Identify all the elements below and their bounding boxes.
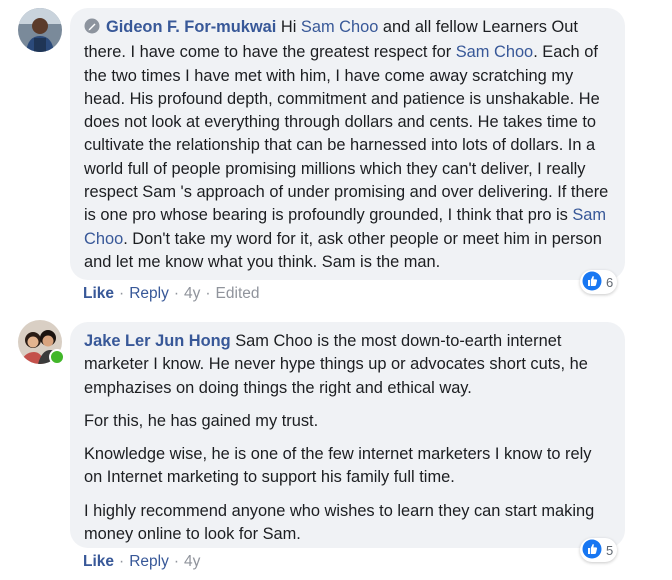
comment-paragraph: I highly recommend anyone who wishes to … xyxy=(84,501,595,544)
text-segment: Hi xyxy=(280,18,301,36)
mention-link[interactable]: Sam Choo xyxy=(456,43,533,61)
separator: · xyxy=(205,285,211,302)
comment-paragraph: Jake Ler Jun Hong Sam Choo is the most d… xyxy=(84,330,613,400)
comment-paragraph: Knowledge wise, he is one of the few int… xyxy=(84,445,592,487)
reactions-summary[interactable]: 5 xyxy=(580,538,618,562)
reply-button[interactable]: Reply xyxy=(129,553,169,571)
like-reaction-icon xyxy=(582,271,602,294)
mention-link[interactable]: Sam Choo xyxy=(301,18,378,36)
comment-actions: Like · Reply · 4y · Edited xyxy=(83,285,260,303)
reactions-summary[interactable]: 6 xyxy=(580,270,618,294)
separator: · xyxy=(119,285,125,302)
comment-text: Hi Sam Choo and all fellow Learners Out … xyxy=(84,18,608,271)
top-fan-badge-icon xyxy=(84,18,100,41)
reaction-count: 5 xyxy=(606,542,614,558)
edited-label[interactable]: Edited xyxy=(216,285,260,303)
like-button[interactable]: Like xyxy=(83,285,114,303)
comment-paragraph: For this, he has gained my trust. xyxy=(84,411,319,430)
text-segment: . Each of the two times I have met with … xyxy=(84,43,609,225)
separator: · xyxy=(173,285,179,302)
separator: · xyxy=(119,553,125,570)
comment-author[interactable]: Jake Ler Jun Hong xyxy=(84,332,231,350)
like-reaction-icon xyxy=(582,539,602,562)
timestamp[interactable]: 4y xyxy=(184,553,200,571)
separator: · xyxy=(173,553,179,570)
comment-actions: Like · Reply · 4y xyxy=(83,553,200,571)
timestamp[interactable]: 4y xyxy=(184,285,200,303)
text-segment: . Don't take my word for it, ask other p… xyxy=(84,229,602,271)
reply-button[interactable]: Reply xyxy=(129,285,169,303)
like-button[interactable]: Like xyxy=(83,553,114,571)
comment-bubble: Jake Ler Jun Hong Sam Choo is the most d… xyxy=(70,322,625,548)
avatar[interactable] xyxy=(18,8,62,52)
online-status-indicator xyxy=(49,349,65,365)
reaction-count: 6 xyxy=(606,274,614,290)
comment-author[interactable]: Gideon F. For-mukwai xyxy=(106,18,276,36)
comment-bubble: Gideon F. For-mukwai Hi Sam Choo and all… xyxy=(70,8,625,280)
